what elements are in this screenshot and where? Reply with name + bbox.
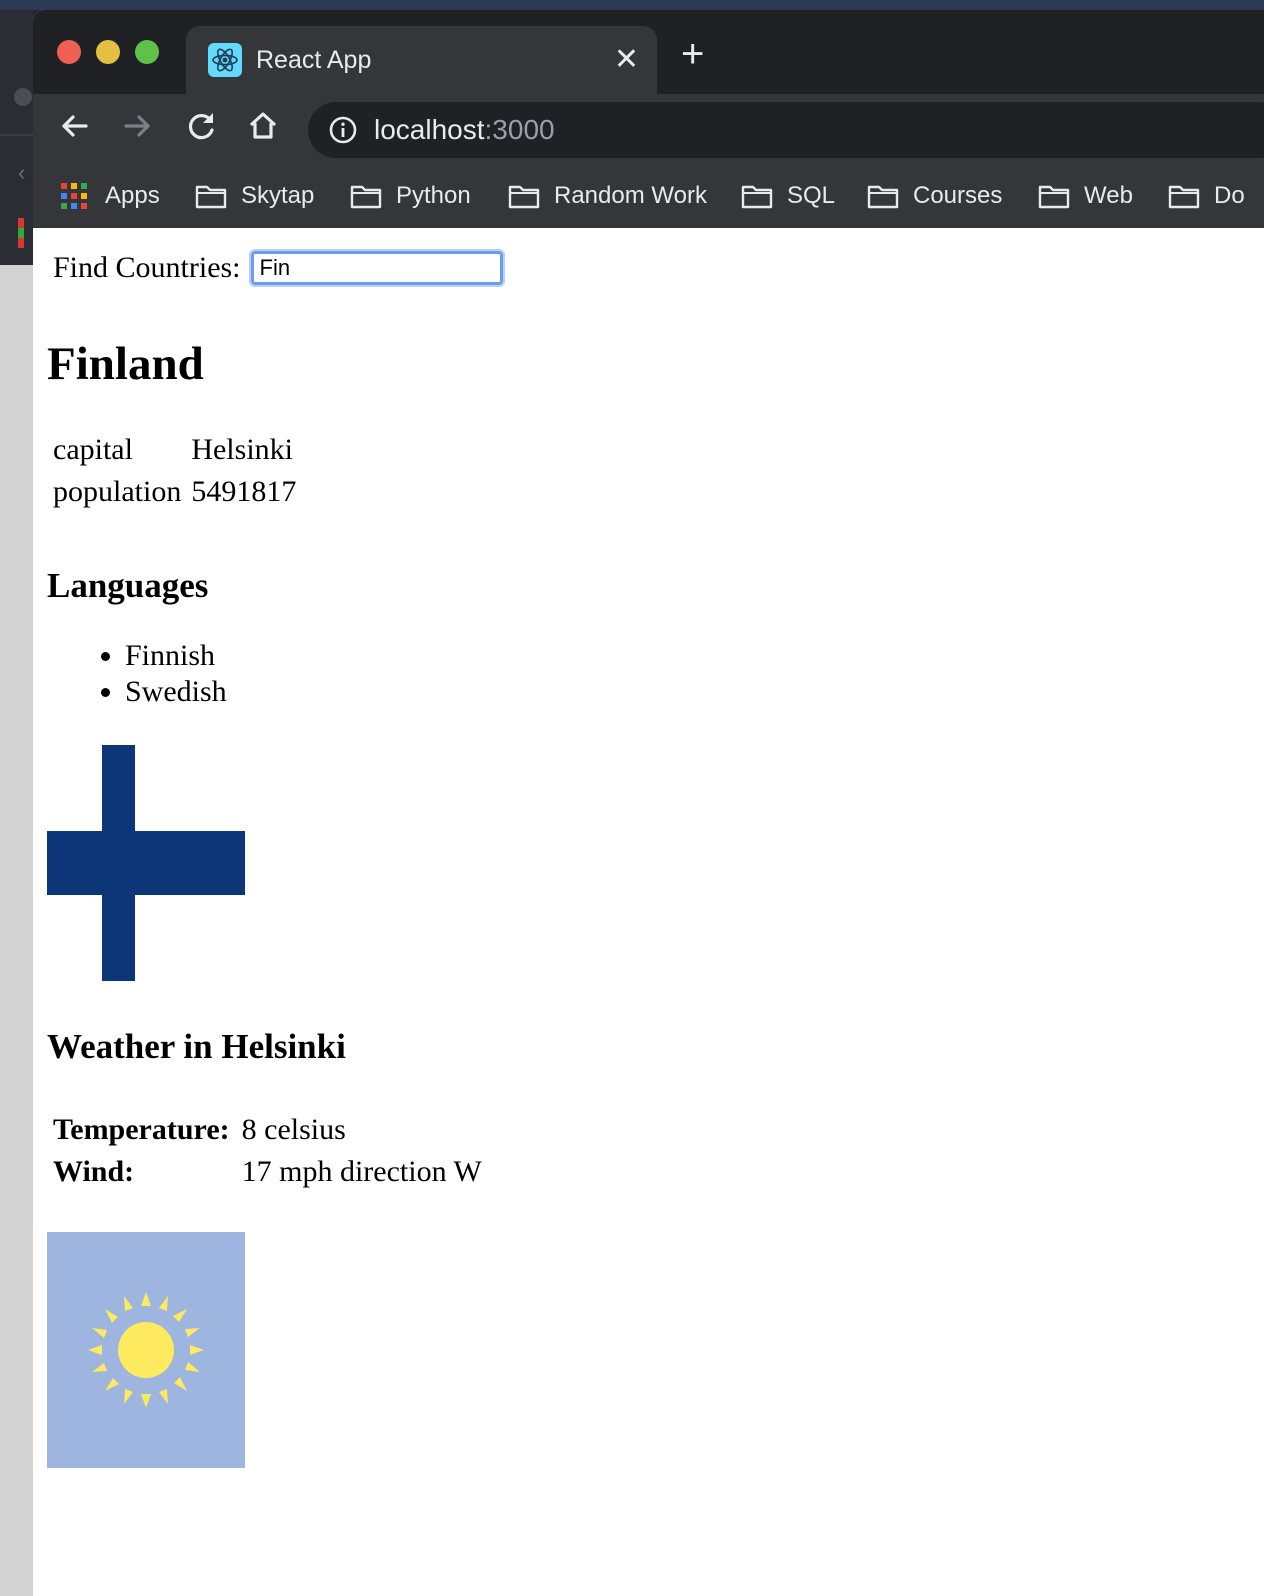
url-text: localhost:3000 [374, 113, 555, 147]
apps-grid-icon [61, 183, 87, 209]
close-tab-icon[interactable]: ✕ [614, 40, 639, 80]
bookmark-label: Skytap [241, 182, 315, 209]
bookmark-sql[interactable]: SQL [741, 180, 835, 212]
back-arrow-icon[interactable] [53, 104, 97, 148]
bookmark-courses[interactable]: Courses [867, 180, 1002, 212]
bookmark-python[interactable]: Python [350, 180, 471, 212]
weather-value: 8 celsius [241, 1113, 346, 1146]
url-host: localhost [374, 114, 485, 145]
weather-key: Temperature: [53, 1113, 230, 1146]
react-logo-icon [208, 43, 242, 77]
url-port: :3000 [484, 114, 555, 145]
weather-heading: Weather in Helsinki [47, 1027, 346, 1066]
country-facts-table: capital Helsinki population 5491817 [49, 428, 300, 514]
folder-icon [508, 185, 540, 209]
bookmark-label: Web [1084, 182, 1133, 209]
finland-flag-image [47, 745, 245, 981]
folder-icon [1168, 185, 1200, 209]
background-color-strip [18, 218, 24, 248]
list-item: Finnish [125, 638, 227, 674]
folder-icon [350, 185, 382, 209]
new-tab-icon[interactable]: + [681, 34, 704, 74]
bookmark-skytap[interactable]: Skytap [195, 180, 314, 212]
background-arrow-icon: ‹ [18, 160, 26, 185]
folder-icon [195, 185, 227, 209]
tab-react-app[interactable]: React App ✕ [186, 26, 657, 94]
table-row: Wind: 17 mph direction W [53, 1152, 482, 1192]
page-content: Find Countries: Finland capital Helsinki… [33, 228, 1264, 1596]
minimize-window-button[interactable] [96, 40, 120, 64]
bookmark-label: Apps [105, 182, 160, 209]
bookmark-web[interactable]: Web [1038, 180, 1133, 212]
find-countries-row: Find Countries: [53, 248, 505, 288]
background-divider [0, 134, 33, 136]
table-row: capital Helsinki [53, 430, 296, 470]
reload-icon[interactable] [179, 104, 223, 148]
browser-toolbar: localhost:3000 [33, 94, 1264, 164]
site-info-icon[interactable] [328, 115, 358, 145]
table-row: population 5491817 [53, 472, 296, 512]
country-name: Finland [47, 338, 204, 390]
maximize-window-button[interactable] [135, 40, 159, 64]
folder-icon [867, 185, 899, 209]
find-countries-input[interactable] [248, 249, 505, 287]
browser-window: React App ✕ + localhost:3000 Apps Skytap… [33, 10, 1264, 1596]
fact-key: capital [53, 433, 133, 466]
bookmark-label: SQL [787, 182, 836, 209]
background-dot [14, 88, 32, 106]
bookmark-label: Python [396, 182, 471, 209]
bookmark-label: Do [1214, 182, 1245, 209]
desktop-top-strip [0, 0, 1264, 10]
forward-arrow-icon[interactable] [115, 104, 159, 148]
languages-list: Finnish Swedish [93, 638, 227, 710]
fact-key: population [53, 475, 182, 508]
folder-icon [741, 185, 773, 209]
weather-value: 17 mph direction W [241, 1155, 482, 1188]
bookmarks-bar: Apps Skytap Python Random Work SQL Cours… [33, 164, 1264, 229]
weather-table: Temperature: 8 celsius Wind: 17 mph dire… [49, 1108, 486, 1194]
list-item: Swedish [125, 674, 227, 710]
table-row: Temperature: 8 celsius [53, 1110, 482, 1150]
fact-value: 5491817 [191, 475, 297, 508]
bookmark-do[interactable]: Do [1168, 180, 1245, 212]
sunny-icon [47, 1232, 245, 1468]
bookmark-apps[interactable]: Apps [61, 180, 160, 212]
address-bar[interactable]: localhost:3000 [308, 102, 1264, 158]
bookmark-label: Random Work [554, 182, 707, 209]
home-icon[interactable] [241, 104, 285, 148]
languages-heading: Languages [47, 566, 209, 605]
tab-strip: React App ✕ + [33, 10, 1264, 94]
find-countries-label: Find Countries: [53, 251, 241, 284]
close-window-button[interactable] [57, 40, 81, 64]
folder-icon [1038, 185, 1070, 209]
fact-value: Helsinki [191, 433, 293, 466]
bookmark-random-work[interactable]: Random Work [508, 180, 707, 212]
tab-title: React App [256, 46, 372, 74]
bookmark-label: Courses [913, 182, 1003, 209]
weather-key: Wind: [53, 1155, 135, 1188]
background-window-toolbar: ‹ [0, 10, 33, 265]
